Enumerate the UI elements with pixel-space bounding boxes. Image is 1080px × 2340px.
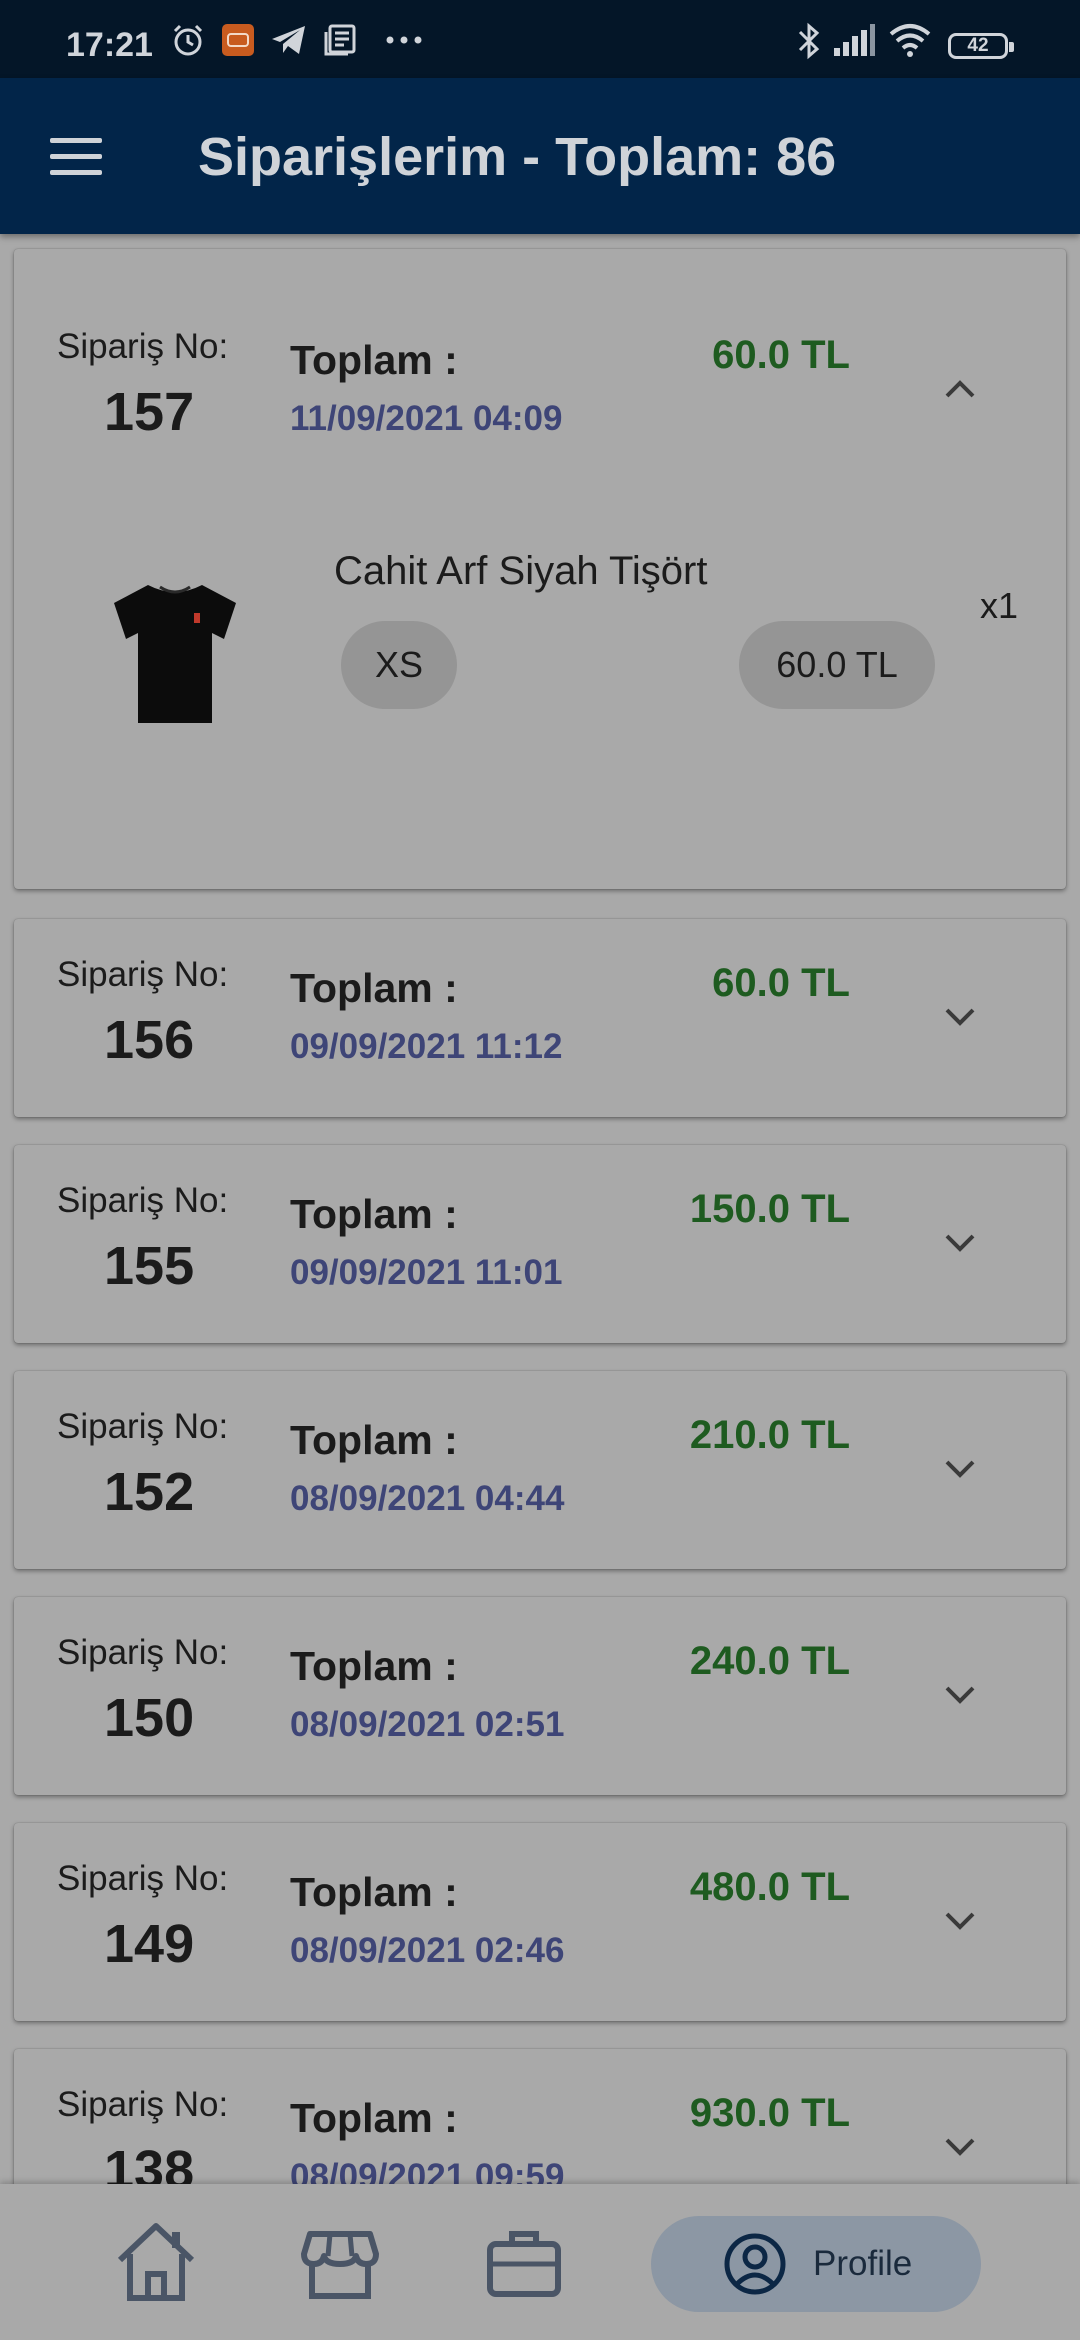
news-icon xyxy=(324,24,356,56)
order-no: 150 xyxy=(104,1688,195,1748)
chevron-down-icon[interactable] xyxy=(944,1911,976,1931)
order-no-label: Sipariş No: xyxy=(57,1633,229,1672)
order-no-label: Sipariş No: xyxy=(57,1407,229,1446)
total-label: Toplam : xyxy=(290,1191,458,1237)
total-label: Toplam : xyxy=(290,1643,458,1689)
bottom-navigation: Profile xyxy=(0,2184,1080,2340)
order-no-label: Sipariş No: xyxy=(57,327,229,366)
chevron-down-icon[interactable] xyxy=(944,1233,976,1253)
total-label: Toplam : xyxy=(290,2095,458,2141)
order-no-label: Sipariş No: xyxy=(57,1181,229,1220)
total-label: Toplam : xyxy=(290,1417,458,1463)
total-label: Toplam : xyxy=(290,1869,458,1915)
chevron-down-icon[interactable] xyxy=(944,2137,976,2157)
page-title: Siparişlerim - Toplam: 86 xyxy=(198,127,837,187)
order-no: 152 xyxy=(104,1462,195,1522)
bluetooth-icon xyxy=(798,22,820,60)
order-amount: 60.0 TL xyxy=(712,961,850,1005)
status-time: 17:21 xyxy=(66,26,153,64)
total-label: Toplam : xyxy=(290,337,458,383)
nav-profile-button[interactable]: Profile xyxy=(651,2216,981,2312)
order-card-149[interactable]: Sipariş No: 149 Toplam : 08/09/2021 02:4… xyxy=(14,1823,1066,2021)
chevron-down-icon[interactable] xyxy=(944,1459,976,1479)
order-no-label: Sipariş No: xyxy=(57,955,229,994)
order-card-157[interactable]: Sipariş No: 157 Toplam : 11/09/2021 04:0… xyxy=(14,249,1066,889)
order-card-150[interactable]: Sipariş No: 150 Toplam : 08/09/2021 02:5… xyxy=(14,1597,1066,1795)
battery-level: 42 xyxy=(967,35,989,56)
order-card-152[interactable]: Sipariş No: 152 Toplam : 08/09/2021 04:4… xyxy=(14,1371,1066,1569)
order-amount: 480.0 TL xyxy=(689,1865,850,1909)
chevron-down-icon[interactable] xyxy=(944,1685,976,1705)
order-card-156[interactable]: Sipariş No: 156 Toplam : 09/09/2021 11:1… xyxy=(14,919,1066,1117)
order-amount: 60.0 TL xyxy=(712,333,850,377)
chevron-down-icon[interactable] xyxy=(944,1007,976,1027)
profile-icon xyxy=(724,2233,786,2295)
status-bar: 17:21 42 xyxy=(0,0,1080,78)
briefcase-icon[interactable] xyxy=(474,2212,574,2312)
order-date: 09/09/2021 11:01 xyxy=(290,1253,563,1292)
order-date: 09/09/2021 11:12 xyxy=(290,1027,563,1066)
alarm-icon xyxy=(173,24,203,56)
chevron-up-icon[interactable] xyxy=(944,379,976,399)
item-name: Cahit Arf Siyah Tişört xyxy=(334,549,708,593)
app-bar: Siparişlerim - Toplam: 86 xyxy=(0,78,1080,234)
black-tshirt-image xyxy=(114,585,236,723)
order-card-138[interactable]: Sipariş No: 138 Toplam : 08/09/2021 09:5… xyxy=(14,2049,1066,2184)
price-chip: 60.0 TL xyxy=(739,621,935,709)
battery-icon: 42 xyxy=(948,33,1014,59)
order-amount: 240.0 TL xyxy=(689,1639,850,1683)
order-no: 138 xyxy=(104,2140,195,2184)
total-label: Toplam : xyxy=(290,965,458,1011)
order-no-label: Sipariş No: xyxy=(57,1859,229,1898)
order-no-label: Sipariş No: xyxy=(57,2085,229,2124)
signal-icon xyxy=(834,24,875,56)
order-no: 156 xyxy=(104,1010,195,1070)
order-date: 08/09/2021 02:51 xyxy=(290,1705,565,1744)
order-amount: 210.0 TL xyxy=(689,1413,850,1457)
order-list[interactable]: Sipariş No: 157 Toplam : 11/09/2021 04:0… xyxy=(0,234,1080,2184)
size-chip: XS xyxy=(341,621,457,709)
order-no: 157 xyxy=(104,382,195,442)
order-no: 149 xyxy=(104,1914,195,1974)
order-date: 08/09/2021 04:44 xyxy=(290,1479,565,1518)
order-date: 11/09/2021 04:09 xyxy=(290,399,563,438)
order-amount: 150.0 TL xyxy=(689,1187,850,1231)
order-amount: 930.0 TL xyxy=(689,2091,850,2135)
telegram-icon xyxy=(272,26,305,54)
wifi-icon xyxy=(889,24,931,57)
order-no: 155 xyxy=(104,1236,195,1296)
order-date: 08/09/2021 09:59 xyxy=(290,2157,565,2184)
home-icon[interactable] xyxy=(106,2212,206,2312)
order-card-155[interactable]: Sipariş No: 155 Toplam : 09/09/2021 11:0… xyxy=(14,1145,1066,1343)
nav-profile-label: Profile xyxy=(813,2244,913,2283)
item-quantity: x1 xyxy=(980,585,1019,626)
store-icon[interactable] xyxy=(290,2212,390,2312)
menu-icon[interactable] xyxy=(50,138,104,176)
more-dots-icon xyxy=(386,36,422,44)
mi-app-icon xyxy=(222,24,254,56)
order-date: 08/09/2021 02:46 xyxy=(290,1931,565,1970)
